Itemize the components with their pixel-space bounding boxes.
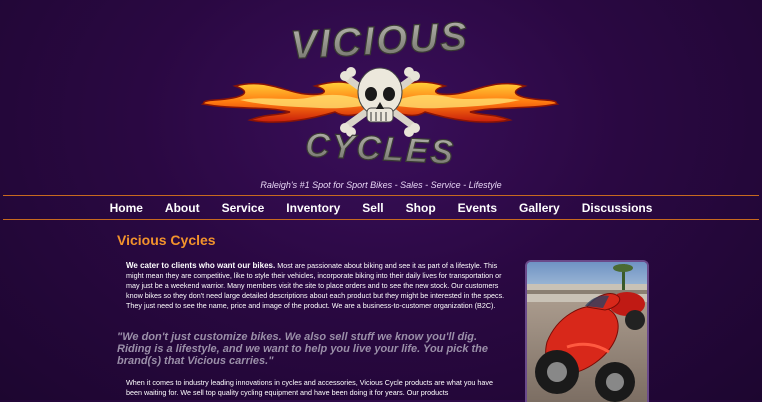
site-header: VICIOUS CYCLES Raleigh's #1 Spot for Spo… bbox=[0, 0, 762, 195]
intro-lead: We cater to clients who want our bikes. bbox=[126, 261, 276, 270]
nav-shop[interactable]: Shop bbox=[406, 201, 436, 215]
site-tagline: Raleigh's #1 Spot for Sport Bikes - Sale… bbox=[260, 180, 502, 190]
red-sport-motorcycle-photo-icon bbox=[527, 262, 647, 402]
page-title: Vicious Cycles bbox=[117, 232, 216, 248]
products-paragraph: When it comes to industry leading innova… bbox=[126, 378, 494, 397]
nav-about[interactable]: About bbox=[165, 201, 200, 215]
nav-sell[interactable]: Sell bbox=[362, 201, 383, 215]
left-flames bbox=[200, 81, 381, 123]
nav-inventory[interactable]: Inventory bbox=[286, 201, 340, 215]
nav-divider-bottom bbox=[3, 219, 759, 220]
motorcycle-photo[interactable] bbox=[525, 260, 649, 402]
vicious-cycles-logo[interactable]: VICIOUS CYCLES bbox=[195, 8, 565, 178]
nav-discussions[interactable]: Discussions bbox=[582, 201, 653, 215]
pull-quote: "We don't just customize bikes. We also … bbox=[117, 331, 489, 367]
right-flames bbox=[379, 81, 560, 123]
nav-home[interactable]: Home bbox=[110, 201, 143, 215]
main-nav: Home About Service Inventory Sell Shop E… bbox=[0, 196, 762, 219]
intro-paragraph: We cater to clients who want our bikes. … bbox=[126, 261, 508, 311]
nav-service[interactable]: Service bbox=[222, 201, 265, 215]
logo-text-cycles: CYCLES bbox=[304, 126, 456, 172]
logo-text-vicious: VICIOUS bbox=[289, 14, 470, 67]
nav-gallery[interactable]: Gallery bbox=[519, 201, 560, 215]
nav-events[interactable]: Events bbox=[458, 201, 497, 215]
